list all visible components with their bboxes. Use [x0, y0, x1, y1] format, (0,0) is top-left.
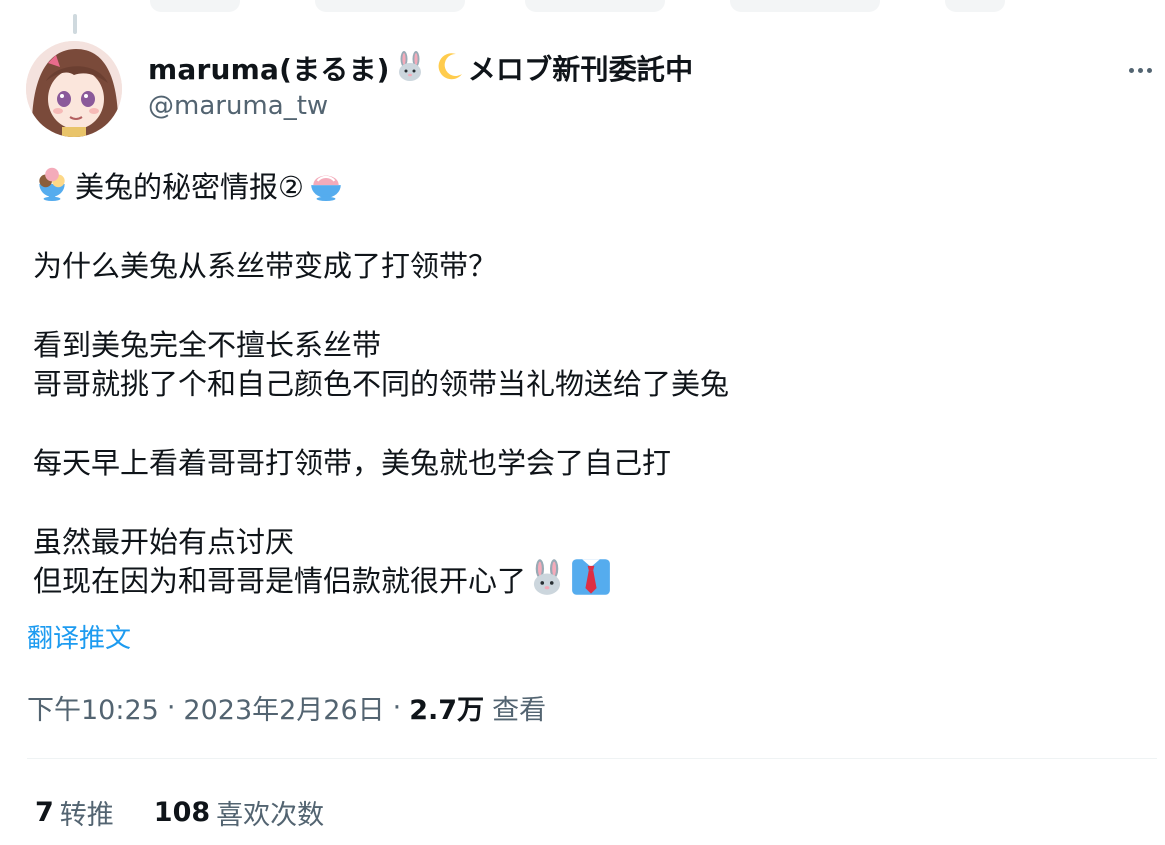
author-display-name[interactable]: maruma(まるま): [148, 48, 390, 88]
thread-connector-line: [73, 14, 77, 34]
author-display-name-suffix[interactable]: メロブ新刊委託中: [468, 48, 694, 88]
engagement-stats: 7 转推 108 喜欢次数: [35, 793, 324, 832]
previous-tweet-edge: [0, 0, 1165, 14]
tweet-line: 为什么美兔从系丝带变成了打领带？: [33, 249, 498, 283]
ghost-action: [730, 0, 880, 12]
retweets-label: 转推: [59, 800, 114, 831]
avatar-illustration: [26, 41, 122, 137]
likes-label: 喜欢次数: [216, 800, 325, 831]
tweet-metadata: 下午10:25 · 2023年2月26日 · 2.7万 查看: [27, 688, 546, 727]
rabbit-face-icon: [528, 558, 566, 606]
tweet-time[interactable]: 下午10:25: [27, 688, 159, 727]
more-horizontal-icon: [1128, 67, 1134, 73]
more-horizontal-icon: [1146, 67, 1152, 73]
views-count: 2.7万: [409, 695, 485, 726]
tweet-line-text: 美兔的秘密情报②: [75, 170, 304, 204]
author-handle[interactable]: @maruma_tw: [148, 91, 328, 121]
tweet-line: 哥哥就挑了个和自己颜色不同的领带当礼物送给了美兔: [33, 367, 730, 401]
tweet-line: 美兔的秘密情报②: [33, 167, 1133, 207]
ghost-action: [150, 0, 240, 12]
ice-cream-icon: [33, 164, 71, 212]
author-name-row[interactable]: maruma(まるま) メロブ新刊委託中: [148, 48, 693, 88]
ghost-action: [945, 0, 1005, 12]
likes-count: 108: [153, 797, 211, 828]
ghost-action: [315, 0, 465, 12]
retweets-count: 7: [35, 797, 54, 828]
meta-separator: ·: [166, 692, 176, 723]
tweet-date[interactable]: 2023年2月26日: [183, 688, 384, 727]
shaved-ice-icon: [306, 164, 346, 212]
necktie-icon: [570, 557, 612, 607]
likes-stat[interactable]: 108 喜欢次数: [154, 793, 324, 832]
tweet-line-text: 但现在因为和哥哥是情侣款就很开心了: [33, 564, 527, 598]
tweet-line: 但现在因为和哥哥是情侣款就很开心了: [33, 558, 1133, 601]
avatar[interactable]: [26, 41, 122, 137]
rabbit-face-icon: [394, 50, 426, 86]
retweets-stat[interactable]: 7 转推: [35, 793, 114, 832]
tweet-line: 每天早上看着哥哥打领带，美兔就也学会了自己打: [33, 446, 672, 480]
translate-tweet-link[interactable]: 翻译推文: [27, 618, 131, 655]
tweet-text: 美兔的秘密情报② 为什么美兔从系丝带变成了打领带？ 看到美兔完全不擅长系丝带 哥…: [33, 167, 1133, 601]
more-horizontal-icon: [1137, 67, 1143, 73]
meta-separator: ·: [392, 692, 402, 723]
views-label: 查看: [492, 695, 547, 726]
ghost-action: [525, 0, 665, 12]
divider: [27, 758, 1157, 759]
crescent-moon-icon: [434, 50, 466, 86]
more-options-button[interactable]: [1123, 55, 1157, 85]
tweet-line: 看到美兔完全不擅长系丝带: [33, 328, 382, 362]
